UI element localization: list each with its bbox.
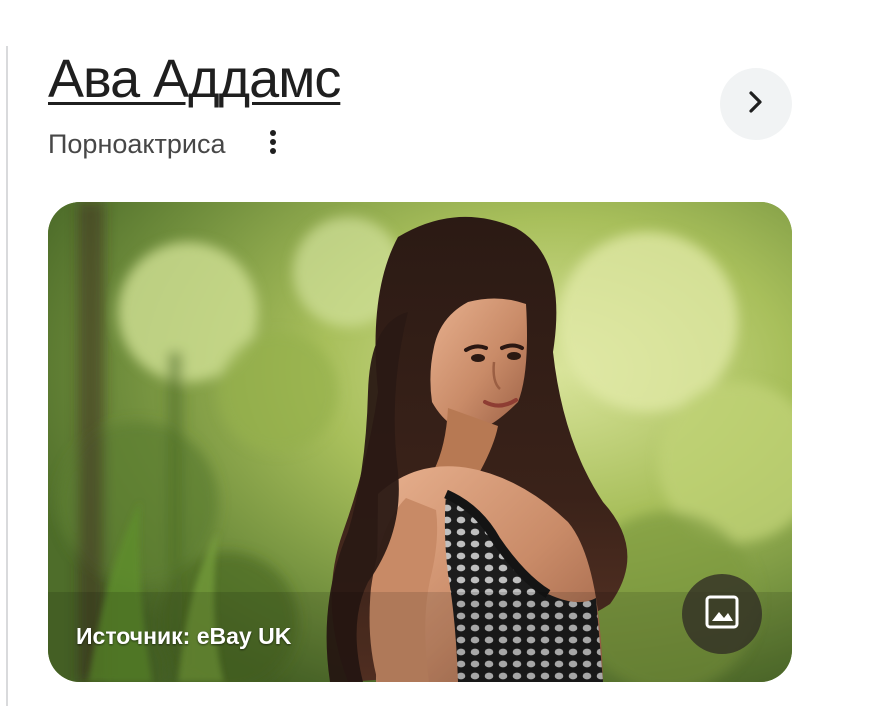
entity-subtitle: Порноактриса [48, 129, 226, 159]
more-vert-icon [269, 129, 277, 160]
entity-photo[interactable]: Источник: eBay UK [48, 202, 792, 682]
entity-title-link[interactable]: Ава Аддамс [48, 46, 341, 112]
view-images-button[interactable] [682, 574, 762, 654]
more-options-button[interactable] [256, 124, 290, 164]
chevron-right-icon [746, 89, 766, 120]
left-divider [6, 46, 8, 706]
next-button[interactable] [720, 68, 792, 140]
knowledge-panel: Ава Аддамс Порноактриса Источник: eBay U… [0, 0, 894, 706]
image-source-caption: Источник: eBay UK [76, 623, 292, 649]
image-icon [704, 594, 740, 635]
portrait-photo [48, 202, 792, 682]
